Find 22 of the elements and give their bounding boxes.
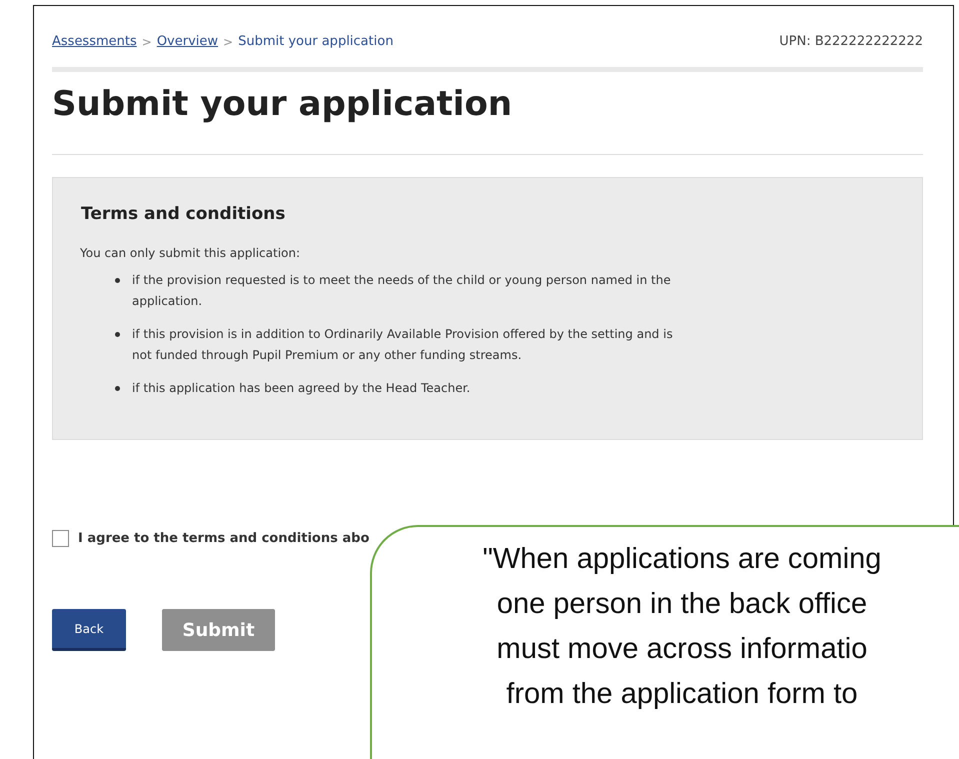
breadcrumb-link[interactable]: Overview: [156, 34, 218, 49]
terms-heading: Terms and conditions: [81, 204, 286, 224]
terms-item: if this provision is in addition to Ordinarily Available Provision offered by the setting and is not funded through Pupil Premium or any other funding streams.: [132, 326, 674, 364]
upn-label: UPN: B222222222222: [779, 34, 923, 49]
back-button[interactable]: Back: [52, 609, 126, 651]
breadcrumb-separator: >: [223, 34, 234, 48]
terms-item: if this application has been agreed by the Head Teacher.: [132, 380, 470, 397]
callout-line: one person in the back office: [496, 587, 868, 622]
terms-intro: You can only submit this application:: [80, 246, 302, 260]
breadcrumb-current: Submit your application: [238, 34, 394, 49]
bullet-icon: [115, 332, 120, 337]
callout-line: "When applications are coming: [482, 542, 882, 577]
breadcrumb-separator: >: [142, 34, 152, 48]
bullet-icon: [115, 386, 120, 391]
callout-line: must move across informatio: [496, 632, 868, 667]
page-title: Submit your application: [52, 84, 923, 155]
agree-checkbox[interactable]: [52, 530, 69, 547]
terms-item: if the provision requested is to meet the needs of the child or young person named in the application.: [132, 272, 672, 310]
callout-line: from the application form to: [506, 677, 858, 712]
bullet-icon: [115, 278, 120, 283]
agree-label: I agree to the terms and conditions abo: [78, 531, 370, 546]
breadcrumb-link[interactable]: Assessments: [52, 34, 137, 49]
